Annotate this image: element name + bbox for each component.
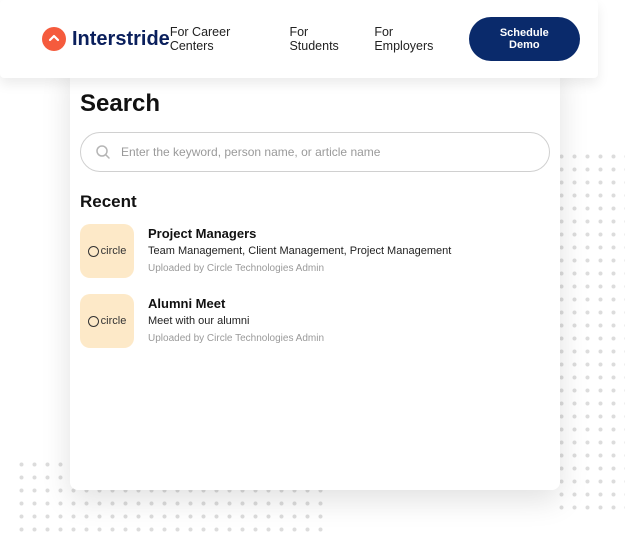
circle-icon — [88, 316, 99, 327]
recent-item-body: Project Managers Team Management, Client… — [148, 224, 451, 278]
search-heading: Search — [80, 90, 550, 118]
recent-item[interactable]: circle Alumni Meet Meet with our alumni … — [80, 294, 550, 348]
brand-logo[interactable]: Interstride — [42, 27, 170, 51]
recent-item-meta: Uploaded by Circle Technologies Admin — [148, 333, 324, 344]
thumb-label: circle — [101, 315, 127, 327]
circle-icon — [88, 246, 99, 257]
schedule-demo-button[interactable]: Schedule Demo — [469, 17, 580, 61]
recent-item-subtitle: Meet with our alumni — [148, 315, 324, 327]
nav-link-career-centers[interactable]: For Career Centers — [170, 25, 274, 53]
logo-mark-icon — [42, 27, 66, 51]
recent-item-meta: Uploaded by Circle Technologies Admin — [148, 263, 451, 274]
primary-nav: For Career Centers For Students For Empl… — [170, 17, 580, 61]
search-box[interactable] — [80, 132, 550, 172]
search-input[interactable] — [121, 145, 535, 159]
search-icon — [95, 144, 111, 160]
recent-thumb: circle — [80, 224, 134, 278]
brand-name: Interstride — [72, 28, 170, 51]
recent-item-title: Project Managers — [148, 226, 451, 241]
nav-link-students[interactable]: For Students — [289, 25, 358, 53]
site-header: Interstride For Career Centers For Stude… — [0, 0, 598, 78]
recent-item-title: Alumni Meet — [148, 296, 324, 311]
search-panel: Search Recent circle Project Managers Te… — [70, 60, 560, 490]
recent-heading: Recent — [80, 192, 550, 212]
thumb-label: circle — [101, 245, 127, 257]
recent-item-body: Alumni Meet Meet with our alumni Uploade… — [148, 294, 324, 348]
recent-thumb: circle — [80, 294, 134, 348]
nav-link-employers[interactable]: For Employers — [374, 25, 452, 53]
recent-item[interactable]: circle Project Managers Team Management,… — [80, 224, 550, 278]
recent-item-subtitle: Team Management, Client Management, Proj… — [148, 245, 451, 257]
decorative-dots-right — [555, 150, 625, 510]
